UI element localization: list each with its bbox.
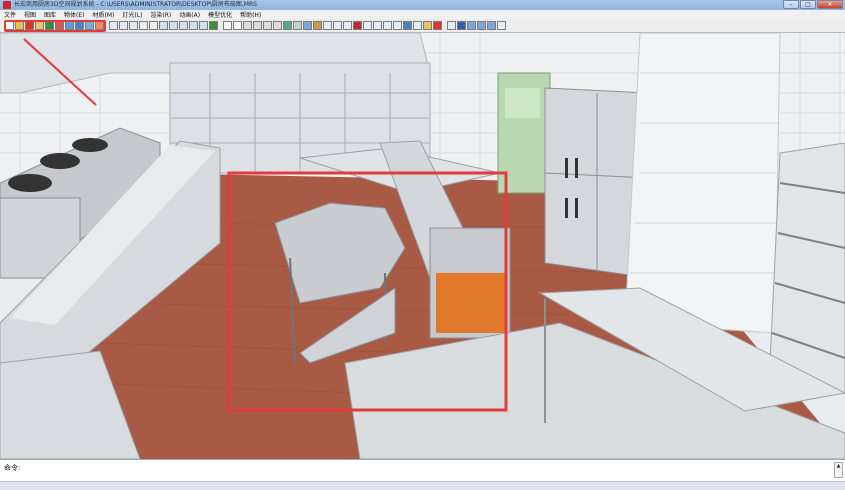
align-icon[interactable] xyxy=(189,21,198,30)
menu-material[interactable]: 材质(M) xyxy=(93,10,115,19)
move-icon[interactable] xyxy=(179,21,188,30)
app-icon xyxy=(3,1,11,9)
menu-bar: 文件 视图 图库 物体(E) 材质(M) 灯光(L) 渲染(R) 动画(A) 模… xyxy=(0,10,845,19)
3d-viewport[interactable] xyxy=(0,33,845,459)
measure-icon[interactable] xyxy=(283,21,292,30)
kitchen-scene xyxy=(0,33,845,459)
burner-1 xyxy=(8,174,52,192)
minimize-button[interactable]: – xyxy=(783,0,799,9)
texture-icon[interactable] xyxy=(313,21,322,30)
ungroup-icon[interactable] xyxy=(253,21,262,30)
view-top-icon[interactable] xyxy=(343,21,352,30)
menu-library[interactable]: 图库 xyxy=(44,10,56,19)
menu-render[interactable]: 渲染(R) xyxy=(150,10,171,19)
view-iso-icon[interactable] xyxy=(373,21,382,30)
pan-icon[interactable] xyxy=(477,21,486,30)
layer-icon[interactable] xyxy=(303,21,312,30)
window-controls: – □ ✕ xyxy=(783,0,843,10)
sphere-icon[interactable] xyxy=(403,21,412,30)
view-front-icon[interactable] xyxy=(323,21,332,30)
menu-file[interactable]: 文件 xyxy=(4,10,16,19)
shelf-rack xyxy=(769,142,845,394)
color-icon[interactable] xyxy=(433,21,442,30)
fit-icon[interactable] xyxy=(497,21,506,30)
toolbar xyxy=(0,19,845,33)
copy-icon[interactable] xyxy=(109,21,118,30)
grid-icon[interactable] xyxy=(293,21,302,30)
paint-icon[interactable] xyxy=(423,21,432,30)
menu-object[interactable]: 物体(E) xyxy=(64,10,84,19)
pointer-icon[interactable] xyxy=(233,21,242,30)
close-button[interactable]: ✕ xyxy=(817,0,843,9)
rotate-icon[interactable] xyxy=(169,21,178,30)
window-title: 长宏商用厨房3D空间规划系统 - C:\USERS\ADMINISTRATOR\… xyxy=(14,1,257,8)
zoom-icon[interactable] xyxy=(467,21,476,30)
title-bar: 长宏商用厨房3D空间规划系统 - C:\USERS\ADMINISTRATOR\… xyxy=(0,0,845,10)
menu-view[interactable]: 视图 xyxy=(24,10,36,19)
command-area: 命令: ▲ xyxy=(0,459,845,490)
menu-animation[interactable]: 动画(A) xyxy=(179,10,200,19)
view-side-icon[interactable] xyxy=(333,21,342,30)
maximize-button[interactable]: □ xyxy=(800,0,816,9)
undo-icon[interactable] xyxy=(139,21,148,30)
view-persp-icon[interactable] xyxy=(363,21,372,30)
forward-icon[interactable] xyxy=(447,21,456,30)
snap-icon[interactable] xyxy=(199,21,208,30)
group-icon[interactable] xyxy=(243,21,252,30)
paste-icon[interactable] xyxy=(119,21,128,30)
toolbar-highlight xyxy=(4,20,106,32)
menu-model-optimize[interactable]: 模型优化 xyxy=(208,10,232,19)
walk-icon[interactable] xyxy=(457,21,466,30)
view-back-icon[interactable] xyxy=(393,21,402,30)
view-bottom-icon[interactable] xyxy=(383,21,392,30)
heater-panel xyxy=(436,273,506,333)
link-icon[interactable] xyxy=(209,21,218,30)
material-red-icon[interactable] xyxy=(353,21,362,30)
hide-icon[interactable] xyxy=(273,21,282,30)
mirror-icon[interactable] xyxy=(129,21,138,30)
command-scrollbar[interactable]: ▲ xyxy=(834,462,843,478)
burner-3 xyxy=(72,138,108,152)
burner-2 xyxy=(40,153,80,169)
menu-help[interactable]: 帮助(H) xyxy=(240,10,261,19)
lock-icon[interactable] xyxy=(263,21,272,30)
door-window xyxy=(505,88,540,118)
orbit-icon[interactable] xyxy=(487,21,496,30)
stack-icon[interactable] xyxy=(413,21,422,30)
command-label: 命令: xyxy=(4,464,21,472)
select-icon[interactable] xyxy=(223,21,232,30)
menu-light[interactable]: 灯光(L) xyxy=(122,10,142,19)
redo-icon[interactable] xyxy=(149,21,158,30)
scale-icon[interactable] xyxy=(159,21,168,30)
column xyxy=(624,33,781,334)
